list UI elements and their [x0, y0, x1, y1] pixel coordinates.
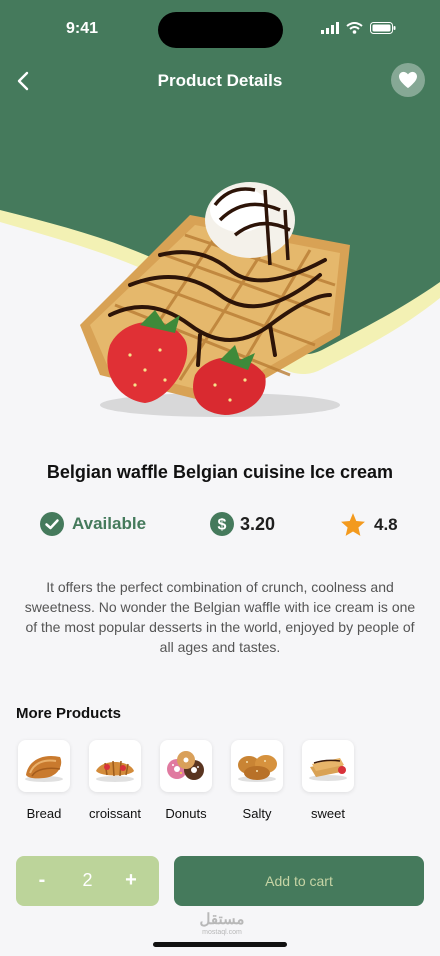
product-label: Donuts — [165, 806, 207, 821]
watermark-arabic: مستقل — [199, 911, 245, 928]
quantity-increase-button[interactable]: + — [119, 867, 143, 893]
product-info-row: Available $ 3.20 4.8 — [0, 512, 440, 542]
product-description: It offers the perfect combination of cru… — [24, 579, 416, 655]
croissant-image — [96, 760, 134, 782]
favorite-button[interactable] — [391, 63, 425, 97]
product-thumb — [160, 740, 212, 792]
product-item-donuts[interactable]: Donuts — [154, 740, 218, 821]
salty-image — [238, 755, 277, 782]
quantity-stepper: - 2 + — [16, 856, 159, 906]
product-label: Salty — [242, 806, 272, 821]
nav-bar: Product Details — [0, 62, 440, 102]
dynamic-island — [158, 12, 283, 48]
product-item-salty[interactable]: Salty — [225, 740, 289, 821]
home-indicator[interactable] — [153, 942, 287, 947]
status-time: 9:41 — [66, 20, 99, 37]
product-item-bread[interactable]: Bread — [12, 740, 76, 821]
price: $ 3.20 — [210, 512, 275, 536]
add-to-cart-button[interactable]: Add to cart — [174, 856, 424, 906]
battery-icon — [370, 22, 396, 34]
svg-text:$: $ — [218, 517, 227, 534]
add-to-cart-label: Add to cart — [265, 873, 333, 889]
availability-text: Available — [72, 514, 147, 533]
product-label: Bread — [26, 806, 62, 821]
dollar-icon: $ — [210, 512, 234, 536]
product-thumb — [302, 740, 354, 792]
rating: 4.8 — [340, 512, 398, 537]
bread-image — [25, 755, 63, 782]
more-products-title: More Products — [16, 705, 122, 722]
star-icon — [341, 513, 365, 536]
product-item-sweet[interactable]: sweet — [296, 740, 360, 821]
product-image — [80, 182, 350, 417]
watermark: مستقل mostaql.com — [192, 912, 252, 937]
price-value: 3.20 — [240, 513, 276, 534]
product-name: Belgian waffle Belgian cuisine Ice cream — [46, 462, 394, 482]
status-bar: 9:41 — [0, 0, 440, 58]
product-thumb — [89, 740, 141, 792]
wifi-icon — [346, 22, 363, 34]
donuts-image — [167, 751, 204, 780]
product-thumb — [18, 740, 70, 792]
more-products-list: Bread croissant Donuts Salty sweet — [12, 740, 360, 821]
product-thumb — [231, 740, 283, 792]
rating-value: 4.8 — [374, 514, 398, 534]
product-label: croissant — [88, 806, 142, 821]
check-circle-icon — [40, 512, 64, 536]
sweet-image — [309, 758, 347, 781]
product-item-croissant[interactable]: croissant — [83, 740, 147, 821]
status-icons — [321, 22, 396, 34]
heart-icon — [399, 71, 417, 89]
product-label: sweet — [311, 806, 345, 821]
signal-icon — [321, 22, 339, 34]
availability-badge: Available — [40, 512, 146, 536]
watermark-latin: mostaql.com — [202, 929, 242, 936]
page-title: Product Details — [157, 71, 283, 90]
